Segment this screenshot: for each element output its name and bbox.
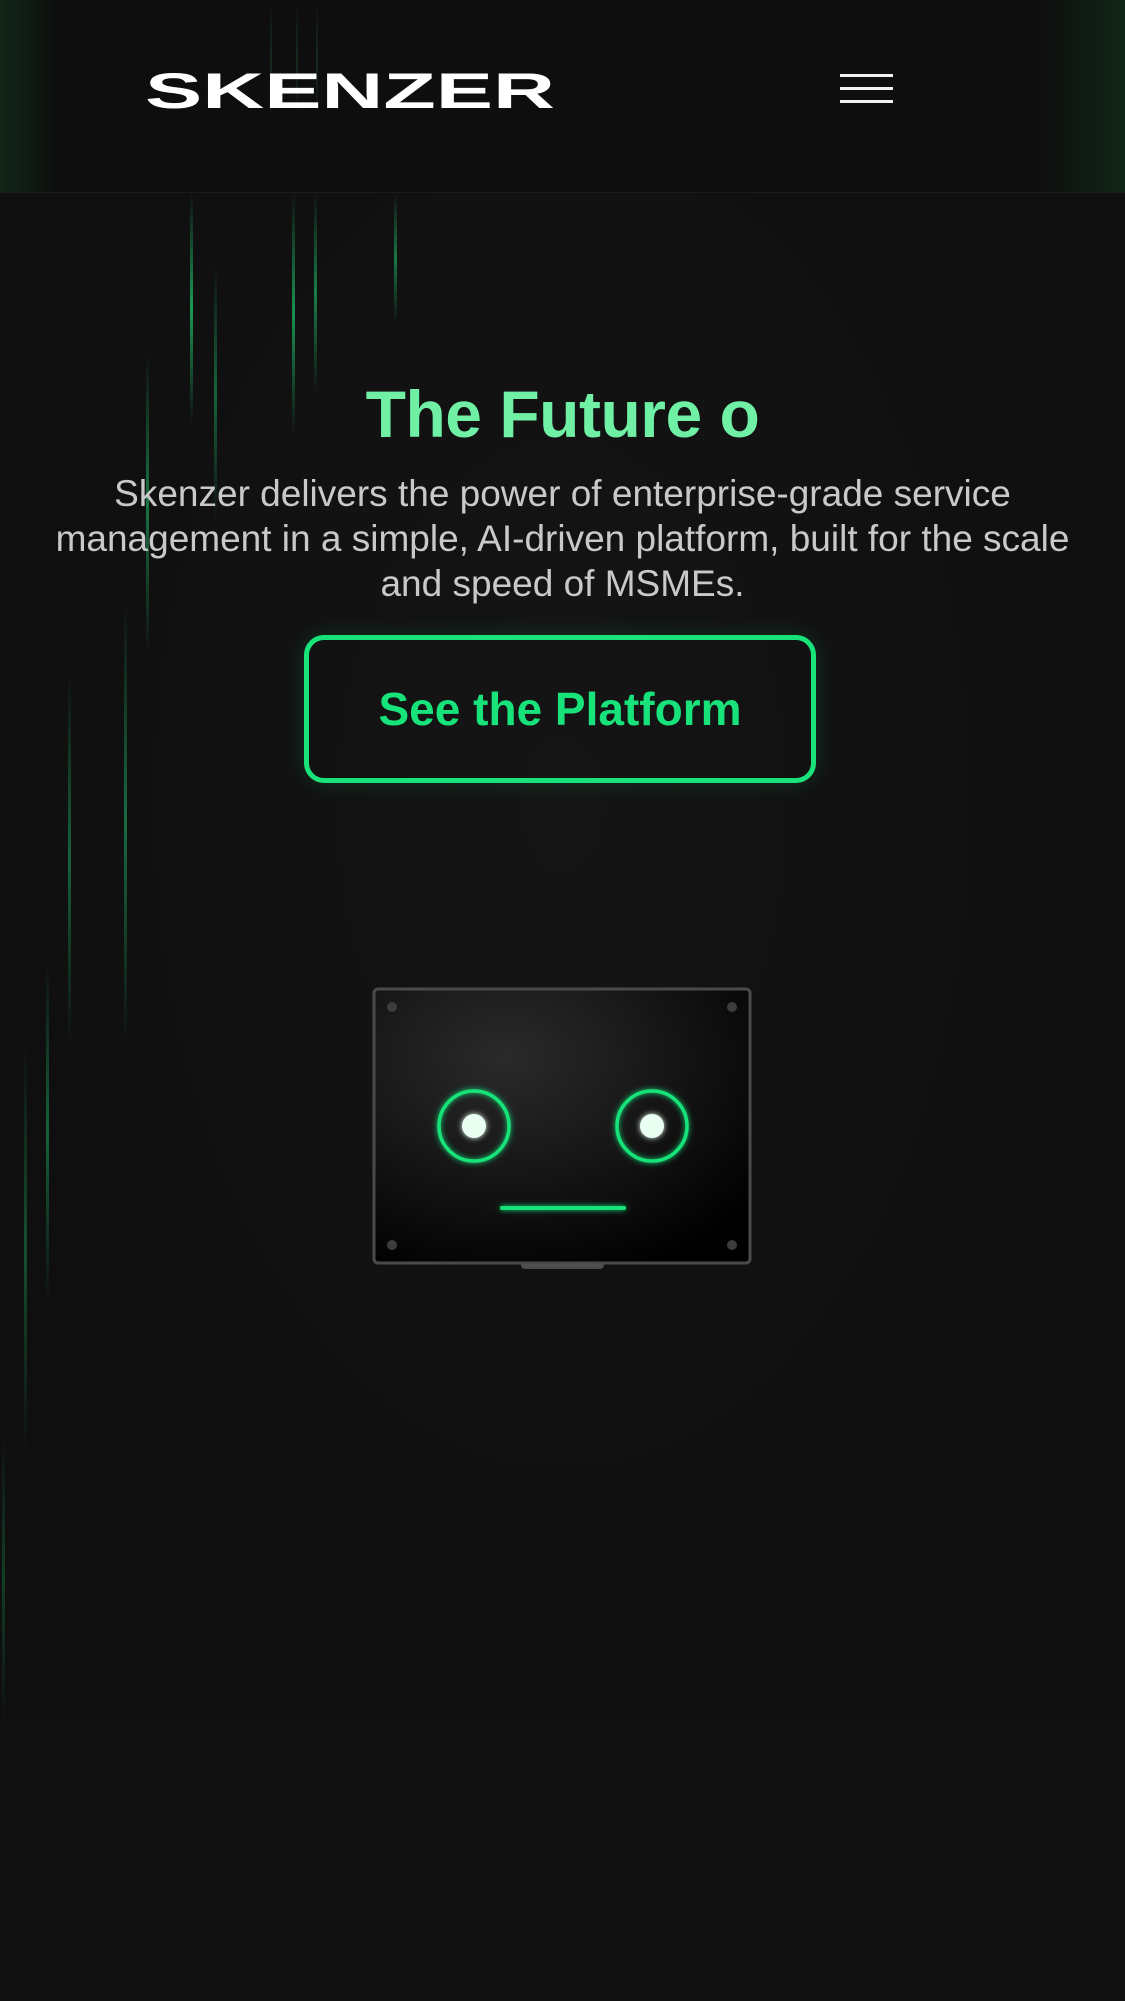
hero-title: The Future o (365, 377, 760, 451)
skenzer-logo[interactable]: SKENZER (145, 63, 557, 119)
logo-wordmark: SKENZER (145, 63, 555, 119)
rain-streak (46, 963, 49, 1303)
rain-streak (68, 673, 71, 1043)
header-glow-right (1035, 0, 1125, 192)
svg-text:SKENZER: SKENZER (145, 70, 555, 114)
site-header: SKENZER (0, 0, 1125, 193)
rain-streak (24, 1043, 27, 1453)
robot-face-screen-icon (360, 973, 760, 1273)
rain-streak (314, 193, 317, 393)
hero-subtitle: Skenzer delivers the power of enterprise… (55, 473, 1070, 604)
rain-streak (2, 1433, 5, 1720)
hero-section: The Future o Skenzer delivers the power … (0, 193, 1125, 1720)
rain-streak (124, 603, 127, 1043)
page: SKENZER The Future o Skenzer delivers th… (0, 0, 1125, 2001)
hamburger-menu-icon[interactable] (838, 74, 896, 104)
rain-streak (394, 193, 397, 323)
header-glow-left (0, 0, 60, 192)
see-platform-button[interactable]: See the Platform (304, 635, 816, 783)
